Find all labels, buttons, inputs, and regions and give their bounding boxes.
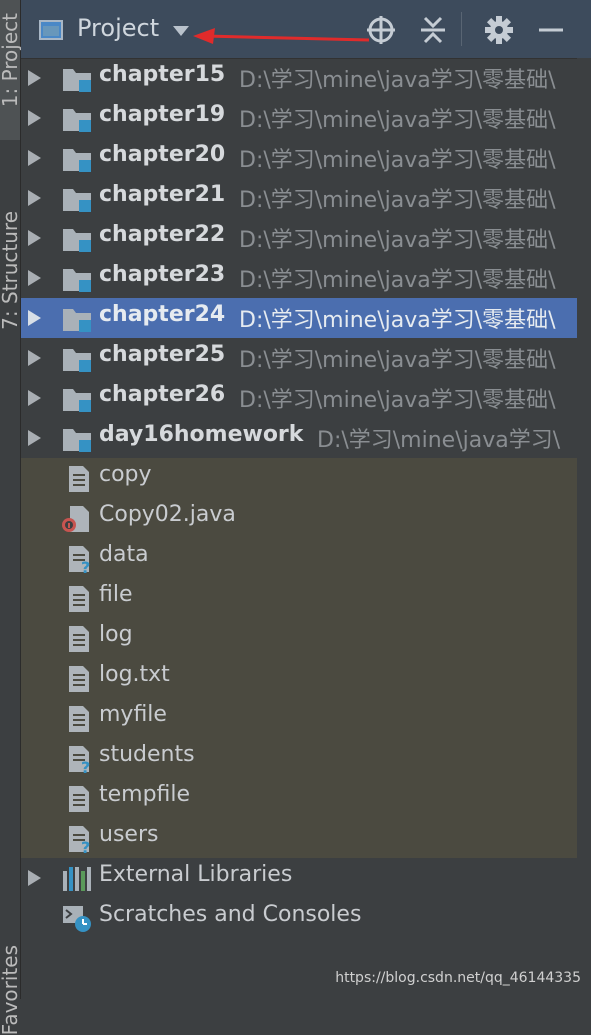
tree-row-module[interactable]: chapter19 D:\学习\mine\java学习\零基础\ <box>21 98 577 138</box>
module-path: D:\学习\mine\java学习\零基础\ <box>239 348 556 373</box>
tree-row-file[interactable]: ? data <box>21 538 577 578</box>
expand-arrow-icon[interactable] <box>28 350 41 366</box>
tree-row-file[interactable]: copy <box>21 458 577 498</box>
structure-tool-tab[interactable]: 7: Structure <box>0 190 22 350</box>
module-name: chapter22 <box>99 222 226 247</box>
module-name: chapter25 <box>99 342 226 367</box>
module-path: D:\学习\mine\java学习\零基础\ <box>239 268 556 293</box>
view-selector-label[interactable]: Project <box>77 14 159 42</box>
project-tree: chapter15 D:\学习\mine\java学习\零基础\ chapter19… <box>21 58 577 938</box>
project-tool-tab[interactable]: 1: Project <box>0 0 22 140</box>
tree-row-file[interactable]: ? students <box>21 738 577 778</box>
structure-tool-tab-label: 7: Structure <box>0 210 22 330</box>
tree-row-file[interactable]: file <box>21 578 577 618</box>
tree-row-file[interactable]: myfile <box>21 698 577 738</box>
tree-row-module[interactable]: chapter20 D:\学习\mine\java学习\零基础\ <box>21 138 577 178</box>
tree-row-module[interactable]: chapter24 D:\学习\mine\java学习\零基础\ <box>21 298 577 338</box>
tree-row-module[interactable]: day16homework D:\学习\mine\java学习\ <box>21 418 577 458</box>
module-path: D:\学习\mine\java学习\零基础\ <box>239 108 556 133</box>
file-name: students <box>99 742 195 767</box>
module-path: D:\学习\mine\java学习\零基础\ <box>239 188 556 213</box>
tree-row-scratches[interactable]: Scratches and Consoles <box>21 898 577 938</box>
tool-window-strip: 1: Project 7: Structure Favorites <box>0 0 22 1035</box>
tree-row-file[interactable]: ? users <box>21 818 577 858</box>
tree-row-external-libraries[interactable]: External Libraries <box>21 858 577 898</box>
scratches-label: Scratches and Consoles <box>99 902 362 927</box>
file-name: log <box>99 622 133 647</box>
module-path: D:\学习\mine\java学习\零基础\ <box>239 308 556 333</box>
file-name: data <box>99 542 149 567</box>
gear-icon[interactable] <box>483 14 515 46</box>
module-path: D:\学习\mine\java学习\零基础\ <box>239 388 556 413</box>
tree-row-file[interactable]: Copy02.java <box>21 498 577 538</box>
tree-row-file[interactable]: tempfile <box>21 778 577 818</box>
collapse-all-icon[interactable] <box>417 14 449 46</box>
expand-arrow-icon[interactable] <box>28 870 41 886</box>
svg-text:?: ? <box>81 558 90 573</box>
locate-icon[interactable] <box>365 14 397 46</box>
file-name: copy <box>99 462 152 487</box>
file-name: Copy02.java <box>99 502 236 527</box>
chevron-down-icon[interactable] <box>173 26 189 36</box>
expand-arrow-icon[interactable] <box>28 230 41 246</box>
watermark: https://blog.csdn.net/qq_46144335 <box>335 970 581 986</box>
tree-row-module[interactable]: chapter26 D:\学习\mine\java学习\零基础\ <box>21 378 577 418</box>
module-path: D:\学习\mine\java学习\零基础\ <box>239 148 556 173</box>
module-name: chapter24 <box>99 302 226 327</box>
header-divider <box>461 12 462 46</box>
expand-arrow-icon[interactable] <box>28 270 41 286</box>
external-libraries-label: External Libraries <box>99 862 293 887</box>
expand-arrow-icon[interactable] <box>28 150 41 166</box>
project-view-header: Project <box>21 0 591 59</box>
file-name: users <box>99 822 159 847</box>
module-name: chapter15 <box>99 62 226 87</box>
annotation-arrow-icon <box>193 28 370 44</box>
svg-text:?: ? <box>81 838 90 853</box>
expand-arrow-icon[interactable] <box>28 110 41 126</box>
file-name: myfile <box>99 702 167 727</box>
module-name: chapter26 <box>99 382 226 407</box>
minimize-icon[interactable] <box>535 14 567 46</box>
expand-arrow-icon[interactable] <box>28 310 41 326</box>
module-name: chapter20 <box>99 142 226 167</box>
project-view-icon <box>39 20 63 40</box>
module-name: chapter23 <box>99 262 226 287</box>
module-path: D:\学习\mine\java学习\零基础\ <box>239 228 556 253</box>
expand-arrow-icon[interactable] <box>28 70 41 86</box>
favorites-tool-tab[interactable]: Favorites <box>0 945 22 1035</box>
favorites-tool-tab-label: Favorites <box>0 944 22 1035</box>
tree-row-module[interactable]: chapter23 D:\学习\mine\java学习\零基础\ <box>21 258 577 298</box>
module-path: D:\学习\mine\java学习\零基础\ <box>239 68 556 93</box>
tree-row-module[interactable]: chapter21 D:\学习\mine\java学习\零基础\ <box>21 178 577 218</box>
file-name: log.txt <box>99 662 170 687</box>
module-name: day16homework <box>99 422 304 447</box>
file-name: tempfile <box>99 782 191 807</box>
tree-row-file[interactable]: log <box>21 618 577 658</box>
svg-text:?: ? <box>81 758 90 773</box>
tree-row-module[interactable]: chapter22 D:\学习\mine\java学习\零基础\ <box>21 218 577 258</box>
project-tool-tab-label: 1: Project <box>0 12 22 108</box>
module-path: D:\学习\mine\java学习\ <box>317 428 561 453</box>
module-name: chapter19 <box>99 102 226 127</box>
tree-row-file[interactable]: log.txt <box>21 658 577 698</box>
expand-arrow-icon[interactable] <box>28 190 41 206</box>
scrollbar[interactable] <box>577 58 591 999</box>
tree-row-module[interactable]: chapter25 D:\学习\mine\java学习\零基础\ <box>21 338 577 378</box>
expand-arrow-icon[interactable] <box>28 390 41 406</box>
file-name: file <box>99 582 133 607</box>
expand-arrow-icon[interactable] <box>28 430 41 446</box>
tree-row-module[interactable]: chapter15 D:\学习\mine\java学习\零基础\ <box>21 58 577 98</box>
module-name: chapter21 <box>99 182 226 207</box>
